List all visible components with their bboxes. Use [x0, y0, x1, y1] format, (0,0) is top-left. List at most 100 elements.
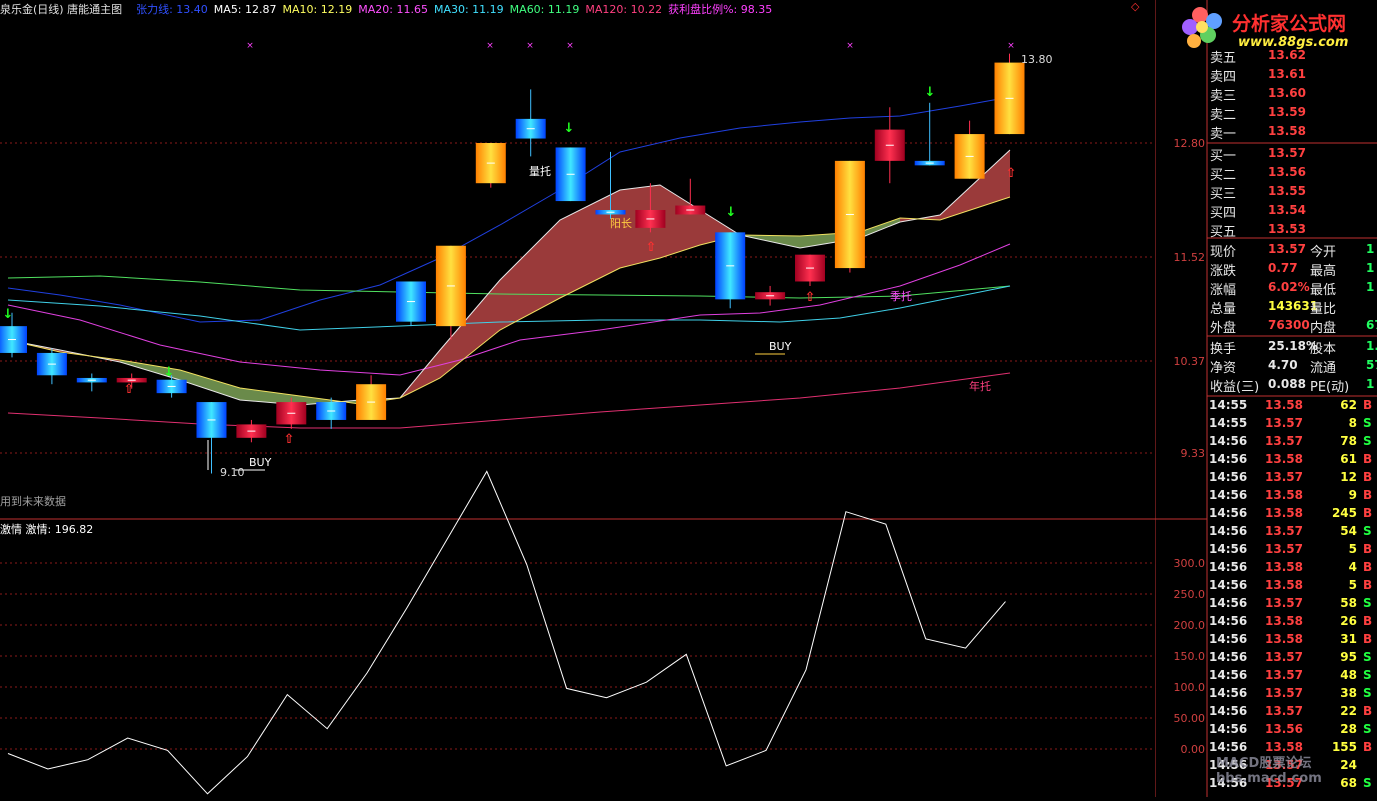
bid-label: 买四 [1210, 206, 1237, 221]
buy-signal-label: BUY [769, 340, 792, 353]
tick-vol: 12 [1340, 470, 1357, 484]
stat-label2: 内盘 [1310, 321, 1337, 336]
tick-vol: 5 [1348, 542, 1357, 556]
stat-value2: 1 [1366, 280, 1375, 294]
tick-side: B [1363, 578, 1373, 592]
tick-vol: 78 [1340, 434, 1357, 448]
tick-price: 13.57 [1265, 542, 1303, 556]
down-arrow-icon: ↓ [164, 365, 175, 380]
ask-label: 卖一 [1210, 127, 1237, 142]
stat-value2: 67 [1366, 318, 1377, 332]
tick-vol: 61 [1340, 452, 1357, 466]
tick-time: 14:56 [1209, 740, 1248, 754]
tick-side: B [1363, 398, 1373, 412]
tick-row[interactable]: 14:56 13.57 38 S [1209, 685, 1377, 703]
low-price-label: 9.10 [220, 466, 245, 479]
kline-chart-area[interactable]: × × × × × × ↓ ↓ ↓ ↓ ↓ ⇧ ⇧ ⇧ ⇧ ⇧ [0, 0, 1155, 797]
tick-price: 13.57 [1265, 704, 1303, 718]
x-marker-icon: × [246, 41, 254, 51]
tick-price: 13.58 [1265, 452, 1303, 466]
tick-vol: 155 [1331, 740, 1357, 754]
tick-row[interactable]: 14:56 13.58 5 B [1209, 577, 1377, 595]
tick-row[interactable]: 14:56 13.57 95 S [1209, 649, 1377, 667]
bid-label: 买一 [1210, 149, 1237, 164]
tick-price: 13.58 [1265, 740, 1303, 754]
tick-row[interactable]: 14:56 13.58 31 B [1209, 631, 1377, 649]
tick-time: 14:56 [1209, 596, 1248, 610]
stat-value2: 1 [1366, 242, 1375, 256]
stat2-label: 收益(三) [1210, 380, 1260, 395]
down-arrow-icon: ↓ [564, 121, 575, 136]
tick-vol: 62 [1340, 398, 1357, 412]
up-arrow-icon: ⇧ [805, 290, 816, 305]
tick-row[interactable]: 14:56 13.57 78 S [1209, 433, 1377, 451]
tick-side: B [1363, 632, 1373, 646]
tick-time: 14:56 [1209, 506, 1248, 520]
tick-time: 14:56 [1209, 668, 1248, 682]
ask-label: 卖三 [1210, 89, 1237, 104]
kline-chart-svg[interactable]: × × × × × × ↓ ↓ ↓ ↓ ↓ ⇧ ⇧ ⇧ ⇧ ⇧ [0, 0, 1155, 797]
down-arrow-icon: ↓ [925, 85, 936, 100]
tick-row[interactable]: 14:55 13.58 62 B [1209, 397, 1377, 415]
diamond-icon[interactable]: ◇ [1131, 0, 1139, 13]
stat-value2: 1 [1366, 261, 1375, 275]
tick-row[interactable]: 14:56 13.58 61 B [1209, 451, 1377, 469]
tick-row[interactable]: 14:56 13.57 22 B [1209, 703, 1377, 721]
tick-row[interactable]: 14:56 13.56 28 S [1209, 721, 1377, 739]
tick-price: 13.57 [1265, 470, 1303, 484]
tick-side: B [1363, 560, 1373, 574]
tick-side: B [1363, 470, 1373, 484]
tick-row[interactable]: 14:56 13.58 9 B [1209, 487, 1377, 505]
jiqing-line [7, 470, 1006, 795]
tick-row[interactable]: 14:56 13.57 54 S [1209, 523, 1377, 541]
future-data-note: 用到未来数据 [0, 495, 66, 508]
down-arrow-icon: ↓ [726, 205, 737, 220]
stat2-label: 换手 [1210, 342, 1237, 357]
tick-row[interactable]: 14:56 13.57 12 B [1209, 469, 1377, 487]
indicator-values: 张力线: 13.40 MA5: 12.87 MA10: 12.19 MA20: 11.… [128, 3, 778, 16]
stat-value: 76300 [1268, 318, 1310, 332]
tick-vol: 95 [1340, 650, 1357, 664]
ask-value: 13.60 [1268, 86, 1306, 100]
ask-value: 13.59 [1268, 105, 1306, 119]
watermark: MACD股票论坛 bbs.macd.com [1216, 756, 1322, 786]
chart-header: 泉乐金(日线) 唐能通主图 张力线: 13.40 MA5: 12.87 MA10: 1… [0, 1, 784, 16]
stat2-value2: 1 [1366, 377, 1375, 391]
tick-row[interactable]: 14:56 13.58 155 B [1209, 739, 1377, 757]
indicator-value: MA5: 12.87 [213, 3, 277, 16]
flower-logo-icon [1182, 7, 1222, 48]
tick-row[interactable]: 14:56 13.57 48 S [1209, 667, 1377, 685]
tick-row[interactable]: 14:56 13.58 4 B [1209, 559, 1377, 577]
tick-price: 13.57 [1265, 650, 1303, 664]
stat2-label2: PE(动) [1310, 380, 1350, 395]
ask-label: 卖五 [1210, 51, 1237, 66]
stat2-value: 4.70 [1268, 358, 1298, 372]
tick-side: S [1363, 722, 1372, 736]
stat-label: 外盘 [1210, 321, 1237, 336]
tick-time: 14:55 [1209, 398, 1248, 412]
tick-side: B [1363, 740, 1373, 754]
indicator-value: MA20: 11.65 [358, 3, 428, 16]
tick-vol: 38 [1340, 686, 1357, 700]
tick-row[interactable]: 14:55 13.57 8 S [1209, 415, 1377, 433]
tick-vol: 58 [1340, 596, 1357, 610]
bid-label: 买五 [1210, 225, 1237, 240]
x-marker-icon: × [846, 41, 854, 51]
tick-vol: 26 [1340, 614, 1357, 628]
tick-time: 14:56 [1209, 488, 1248, 502]
tick-side: B [1363, 614, 1373, 628]
tick-row[interactable]: 14:56 13.58 26 B [1209, 613, 1377, 631]
tick-row[interactable]: 14:56 13.57 58 S [1209, 595, 1377, 613]
tick-row[interactable]: 14:56 13.58 245 B [1209, 505, 1377, 523]
stat-value: 0.77 [1268, 261, 1298, 275]
tick-row[interactable]: 14:56 13.57 5 B [1209, 541, 1377, 559]
x-marker-icon: × [566, 41, 574, 51]
tick-side: S [1363, 524, 1372, 538]
tick-price: 13.57 [1265, 668, 1303, 682]
tick-time: 14:56 [1209, 524, 1248, 538]
up-arrow-icon: ⇧ [646, 240, 657, 255]
tick-side: S [1363, 686, 1372, 700]
sub-chart-title: 激情 激情: 196.82 [0, 523, 94, 536]
up-arrow-icon: ⇧ [1006, 166, 1017, 181]
tick-price: 13.58 [1265, 506, 1303, 520]
